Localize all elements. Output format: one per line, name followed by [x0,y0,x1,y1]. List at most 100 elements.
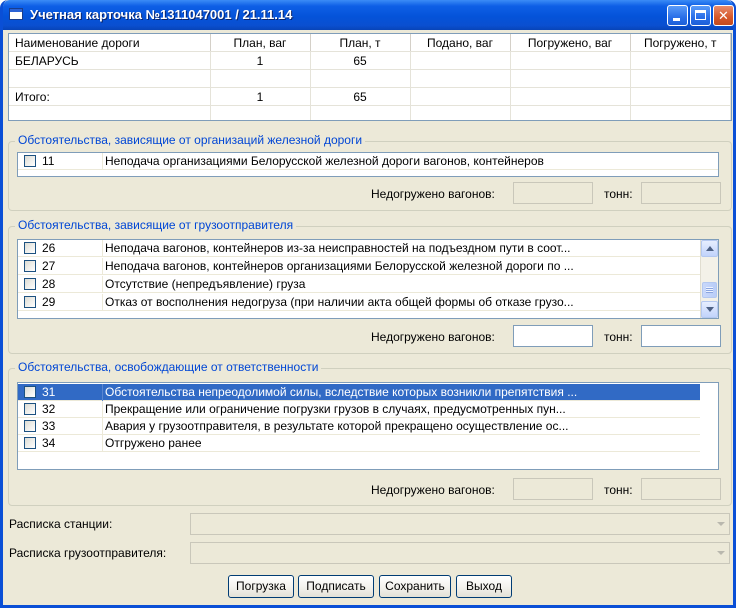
column-header[interactable]: Подано, ваг [410,34,511,52]
cell-supplied-wagons [410,69,511,88]
column-header[interactable]: План, ваг [210,34,311,52]
cell-loaded-tons [630,51,731,70]
item-checkbox[interactable] [24,420,36,432]
table-row[interactable] [9,105,731,120]
tons-input[interactable] [641,325,721,347]
item-checkbox[interactable] [24,242,36,254]
undelivered-wagons-input[interactable] [513,182,593,204]
chevron-down-icon[interactable] [712,543,729,563]
table-row[interactable]: Итого: 1 65 [9,87,731,106]
summary-header-row: Наименование дороги План, ваг План, т По… [9,34,731,52]
maximize-button[interactable] [690,5,711,26]
window-title: Учетная карточка №1311047001 / 21.11.14 [30,7,293,22]
railway-circumstances-list[interactable]: 11 Неподача организациями Белорусской же… [17,152,719,177]
shipper-circumstances-list[interactable]: 26 Неподача вагонов, контейнеров из-за н… [17,239,719,319]
item-checkbox[interactable] [24,437,36,449]
close-icon: ✕ [718,8,729,23]
save-button[interactable]: Сохранить [379,575,451,598]
tons-input[interactable] [641,478,721,500]
cell-plan-tons [310,69,411,88]
vertical-scrollbar[interactable] [700,240,718,318]
item-checkbox[interactable] [24,403,36,415]
cell-loaded-tons [630,105,731,120]
undelivered-wagons-label: Недогружено вагонов: [371,187,495,201]
item-checkbox[interactable] [24,296,36,308]
list-item[interactable]: 32 Прекращение или ограничение погрузки … [18,401,700,418]
item-code: 33 [42,419,56,433]
list-item[interactable]: 27 Неподача вагонов, контейнеров организ… [18,258,701,275]
chevron-down-icon[interactable] [712,514,729,534]
window: Учетная карточка №1311047001 / 21.11.14 … [0,0,736,608]
list-item-selected[interactable]: 31 Обстоятельства непреодолимой силы, вс… [18,384,700,401]
list-item[interactable]: 11 Неподача организациями Белорусской же… [18,153,718,170]
group-title: Обстоятельства, зависящие от организаций… [15,133,366,147]
exit-button[interactable]: Выход [456,575,512,598]
cell-plan-tons [310,105,411,120]
undelivered-wagons-label: Недогружено вагонов: [371,483,495,497]
column-header[interactable]: Погружено, ваг [510,34,631,52]
cell-supplied-wagons [410,87,511,106]
item-checkbox[interactable] [24,260,36,272]
item-text: Неподача организациями Белорусской желез… [102,153,625,170]
item-text: Неподача вагонов, контейнеров из-за неис… [102,240,625,257]
item-checkbox[interactable] [24,155,36,167]
item-text: Отказ от восполнения недогруза (при нали… [102,294,625,311]
station-receipt-select[interactable] [190,513,730,535]
group-title: Обстоятельства, освобождающие от ответст… [15,360,322,374]
item-text: Отгружено ранее [102,435,625,452]
cell-plan-wagons [210,69,311,88]
close-button[interactable]: ✕ [713,5,734,26]
maximize-icon [695,10,706,20]
minimize-button[interactable] [667,5,688,26]
title-bar[interactable]: Учетная карточка №1311047001 / 21.11.14 … [3,0,734,30]
item-text: Неподача вагонов, контейнеров организаци… [102,258,625,275]
sign-button[interactable]: Подписать [298,575,374,598]
item-text: Отсутствие (непредъявление) груза [102,276,625,293]
summary-grid[interactable]: Наименование дороги План, ваг План, т По… [8,33,732,121]
cell-road [9,105,211,120]
item-code: 28 [42,277,56,291]
cell-loaded-wagons [510,105,631,120]
item-code: 32 [42,402,56,416]
table-row[interactable] [9,69,731,88]
cell-plan-wagons: 1 [210,51,311,70]
release-circumstances-list[interactable]: 31 Обстоятельства непреодолимой силы, вс… [17,382,719,470]
undelivered-wagons-label: Недогружено вагонов: [371,330,495,344]
cell-loaded-tons [630,69,731,88]
column-header[interactable]: Погружено, т [630,34,731,52]
undelivered-wagons-input[interactable] [513,478,593,500]
item-code: 27 [42,259,56,273]
list-item[interactable]: 26 Неподача вагонов, контейнеров из-за н… [18,240,701,257]
item-checkbox[interactable] [24,386,36,398]
tons-label: тонн: [604,330,633,344]
shipper-receipt-label: Расписка грузоотправителя: [9,546,167,560]
tons-label: тонн: [604,483,633,497]
cell-loaded-wagons [510,69,631,88]
tons-input[interactable] [641,182,721,204]
item-code: 29 [42,295,56,309]
list-item[interactable]: 29 Отказ от восполнения недогруза (при н… [18,294,701,311]
cell-loaded-tons [630,87,731,106]
cell-plan-wagons [210,105,311,120]
scroll-up-button[interactable] [701,240,718,257]
scroll-thumb[interactable] [702,282,717,298]
item-text: Авария у грузоотправителя, в результате … [102,418,625,435]
load-button[interactable]: Погрузка [228,575,294,598]
cell-road: БЕЛАРУСЬ [9,51,211,70]
cell-supplied-wagons [410,105,511,120]
item-checkbox[interactable] [24,278,36,290]
list-item[interactable]: 28 Отсутствие (непредъявление) груза [18,276,701,293]
list-item[interactable]: 34 Отгружено ранее [18,435,700,452]
item-code: 11 [42,154,55,168]
column-header[interactable]: Наименование дороги [9,34,211,52]
item-code: 31 [42,385,56,399]
scroll-down-button[interactable] [701,301,718,318]
undelivered-wagons-input[interactable] [513,325,593,347]
list-item[interactable]: 33 Авария у грузоотправителя, в результа… [18,418,700,435]
window-icon [9,8,23,20]
station-receipt-label: Расписка станции: [9,517,113,531]
table-row[interactable]: БЕЛАРУСЬ 1 65 [9,51,731,70]
cell-plan-tons: 65 [310,87,411,106]
column-header[interactable]: План, т [310,34,411,52]
shipper-receipt-select[interactable] [190,542,730,564]
